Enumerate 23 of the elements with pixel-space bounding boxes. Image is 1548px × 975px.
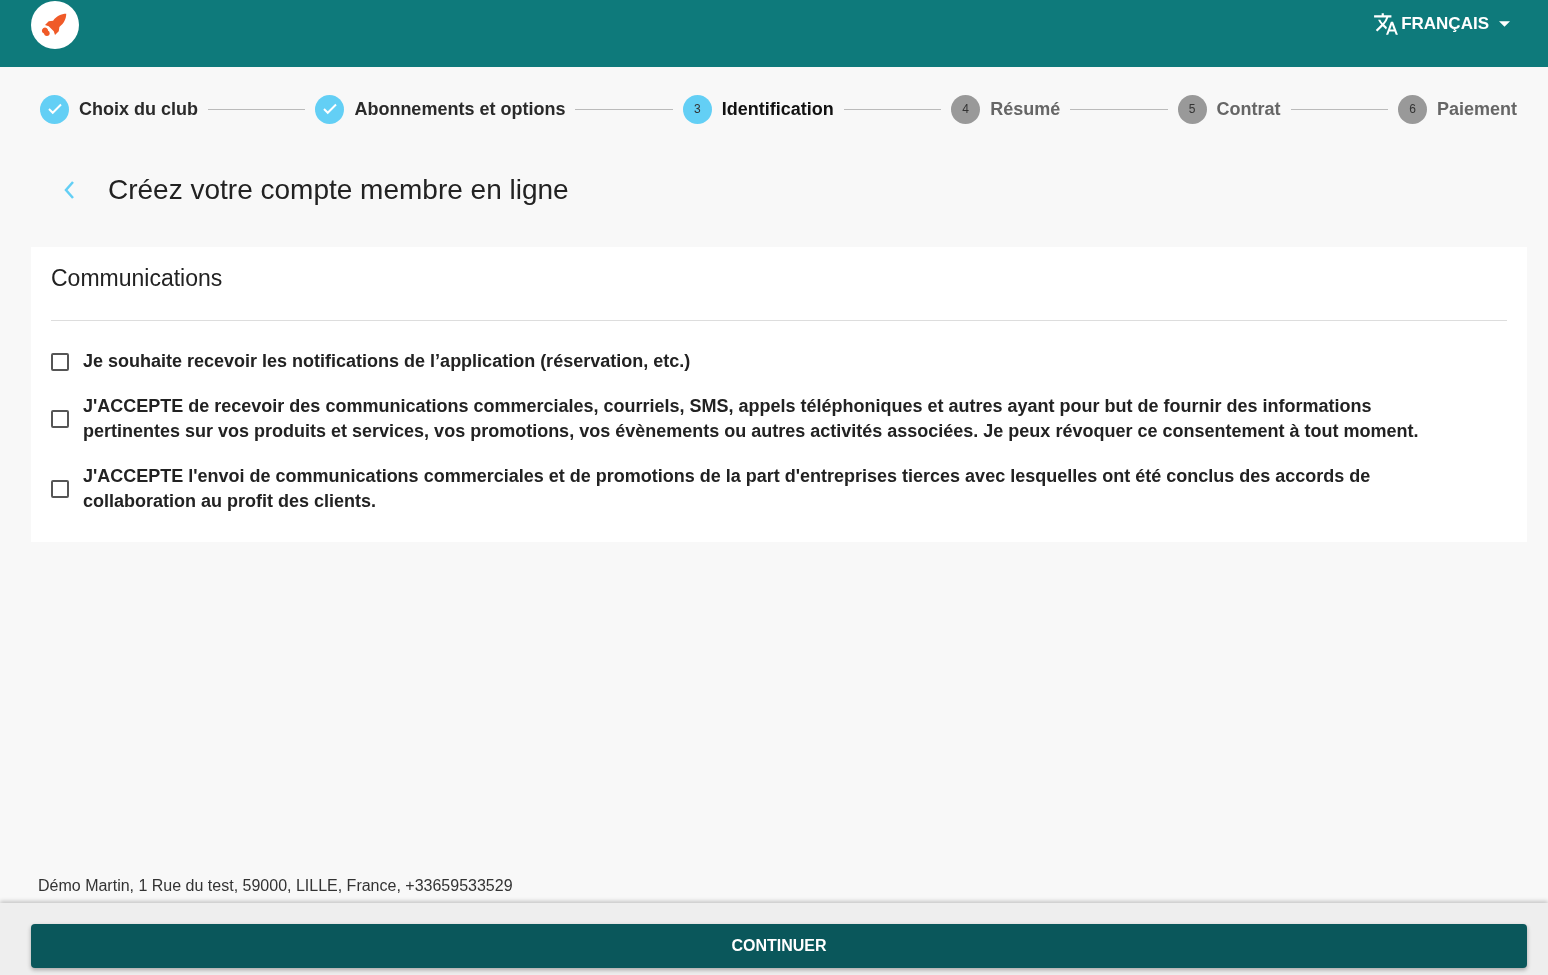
continue-button[interactable]: CONTINUER: [31, 924, 1527, 968]
step-number: 3: [682, 94, 712, 124]
page-title: Créez votre compte membre en ligne: [108, 174, 569, 206]
checkbox-label: J'ACCEPTE l'envoi de communications commerciales et de promotions de la part d'entreprises tierces avec lesquelles ont été conclus des accords de collaboration au profit des clients.: [83, 465, 1372, 513]
step-label: Abonnements et options: [354, 98, 566, 120]
step-number: 6: [1398, 94, 1427, 124]
step-label: Choix du club: [79, 98, 198, 120]
step-label: Contrat: [1216, 98, 1281, 120]
card-title: Communications: [51, 265, 1507, 321]
checkbox-label: J'ACCEPTE de recevoir des communications commerciales, courriels, SMS, appels téléphoniques et autres ayant pour but de fournir des informations pertinentes sur vos produits et services, vos promotions, vos évènements ou autres activités associées. Je peux révoquer ce consentement à tout moment.: [83, 395, 1420, 443]
caret-icon: [1499, 20, 1510, 27]
step-number: 4: [951, 94, 981, 124]
checkbox-label: Je souhaite recevoir les notifications de l’application (réservation, etc.): [83, 350, 691, 373]
translate-icon: [1373, 10, 1400, 37]
address-text: Démo Martin, 1 Rue du test, 59000, LILLE, France, +33659533529: [37, 877, 514, 896]
step-label: Identification: [721, 98, 834, 120]
step-label: Résumé: [990, 98, 1061, 120]
checkbox[interactable]: [51, 480, 69, 498]
checkbox[interactable]: [51, 352, 69, 371]
step-number: 5: [1177, 94, 1207, 124]
step-label: Paiement: [1437, 98, 1518, 120]
language-selector[interactable]: FRANÇAIS: [1373, 10, 1510, 37]
checkbox[interactable]: [51, 410, 69, 428]
